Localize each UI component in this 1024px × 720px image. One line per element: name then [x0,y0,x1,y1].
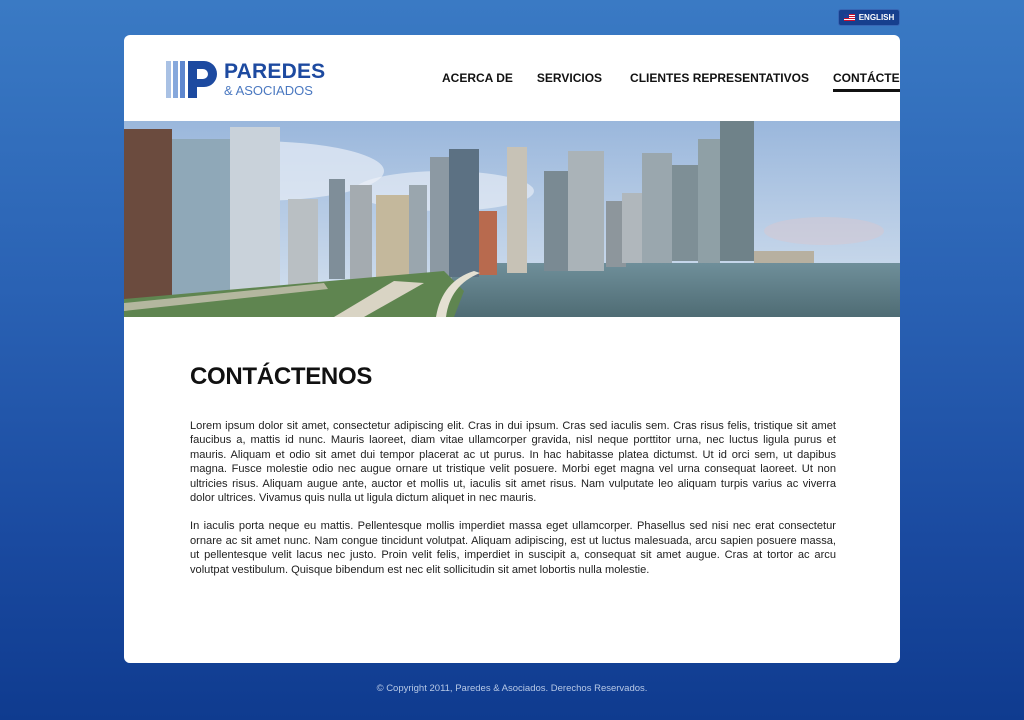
nav-item-contactenos[interactable]: CONTÁCTENOS [832,71,900,92]
main-nav: ACERCA DE SERVICIOS CLIENTES REPRESENTAT… [442,71,900,92]
page-title: CONTÁCTENOS [190,363,373,390]
nav-item-clientes-representativos[interactable]: CLIENTES REPRESENTATIVOS [630,71,809,92]
main-card: PAREDES & ASOCIADOS ACERCA DE SERVICIOS … [124,35,900,663]
brand-subtitle: & ASOCIADOS [224,83,313,98]
us-flag-icon [843,14,855,21]
nav-item-acerca-de[interactable]: ACERCA DE [442,71,513,92]
nav-item-servicios[interactable]: SERVICIOS [537,71,602,92]
brand-logo[interactable]: PAREDES & ASOCIADOS [166,61,325,99]
brand-name: PAREDES [224,60,326,83]
footer-copyright: © Copyright 2011, Paredes & Asociados. D… [376,683,648,694]
body-paragraph: Lorem ipsum dolor sit amet, consectetur … [190,420,836,505]
body-paragraph: In iaculis porta neque eu mattis. Pellen… [190,520,836,576]
language-label: ENGLISH [858,13,895,22]
language-switch-button[interactable]: ENGLISH [838,9,900,26]
main-content: CONTÁCTENOS Lorem ipsum dolor sit amet, … [190,363,836,577]
hero-city-image [124,121,900,317]
logo-mark-icon [166,61,218,99]
